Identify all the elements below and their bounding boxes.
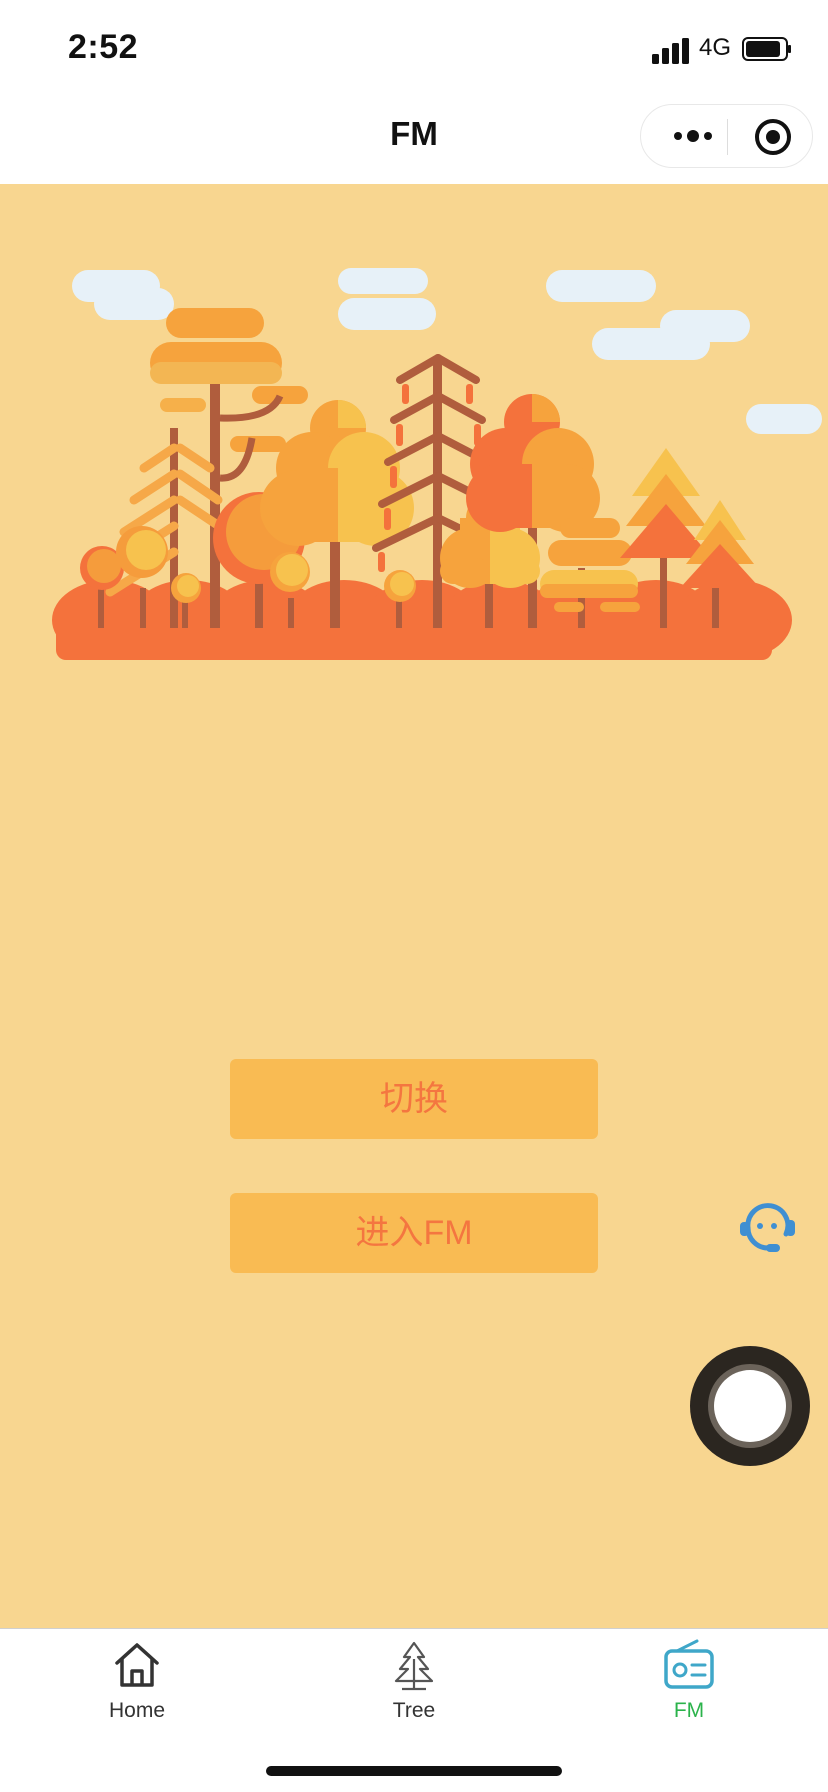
autumn-forest-illustration [52, 268, 822, 660]
more-icon[interactable] [669, 124, 717, 148]
tab-tree-label: Tree [392, 1699, 436, 1722]
switch-button[interactable]: 切换 [230, 1059, 598, 1139]
close-target-icon[interactable] [753, 117, 793, 157]
signal-icon [652, 38, 689, 64]
network-type: 4G [699, 34, 732, 61]
tab-home-label: Home [108, 1699, 166, 1722]
capsule-divider [727, 119, 728, 155]
status-bar: 2:52 4G [0, 0, 828, 100]
radio-icon [664, 1639, 714, 1689]
customer-service-icon[interactable] [738, 1198, 798, 1254]
tab-fm-label: FM [673, 1699, 705, 1722]
tab-fm[interactable]: FM [609, 1639, 769, 1739]
mini-program-capsule [640, 104, 813, 168]
home-indicator [266, 1766, 562, 1776]
tree-icon [394, 1641, 434, 1691]
status-time: 2:52 [68, 28, 139, 66]
tab-home[interactable]: Home [57, 1639, 217, 1739]
tab-tree[interactable]: Tree [334, 1639, 494, 1739]
battery-icon [742, 37, 791, 61]
floating-record-button[interactable] [690, 1346, 810, 1466]
home-icon [115, 1643, 159, 1687]
enter-fm-button[interactable]: 进入FM [230, 1193, 598, 1273]
